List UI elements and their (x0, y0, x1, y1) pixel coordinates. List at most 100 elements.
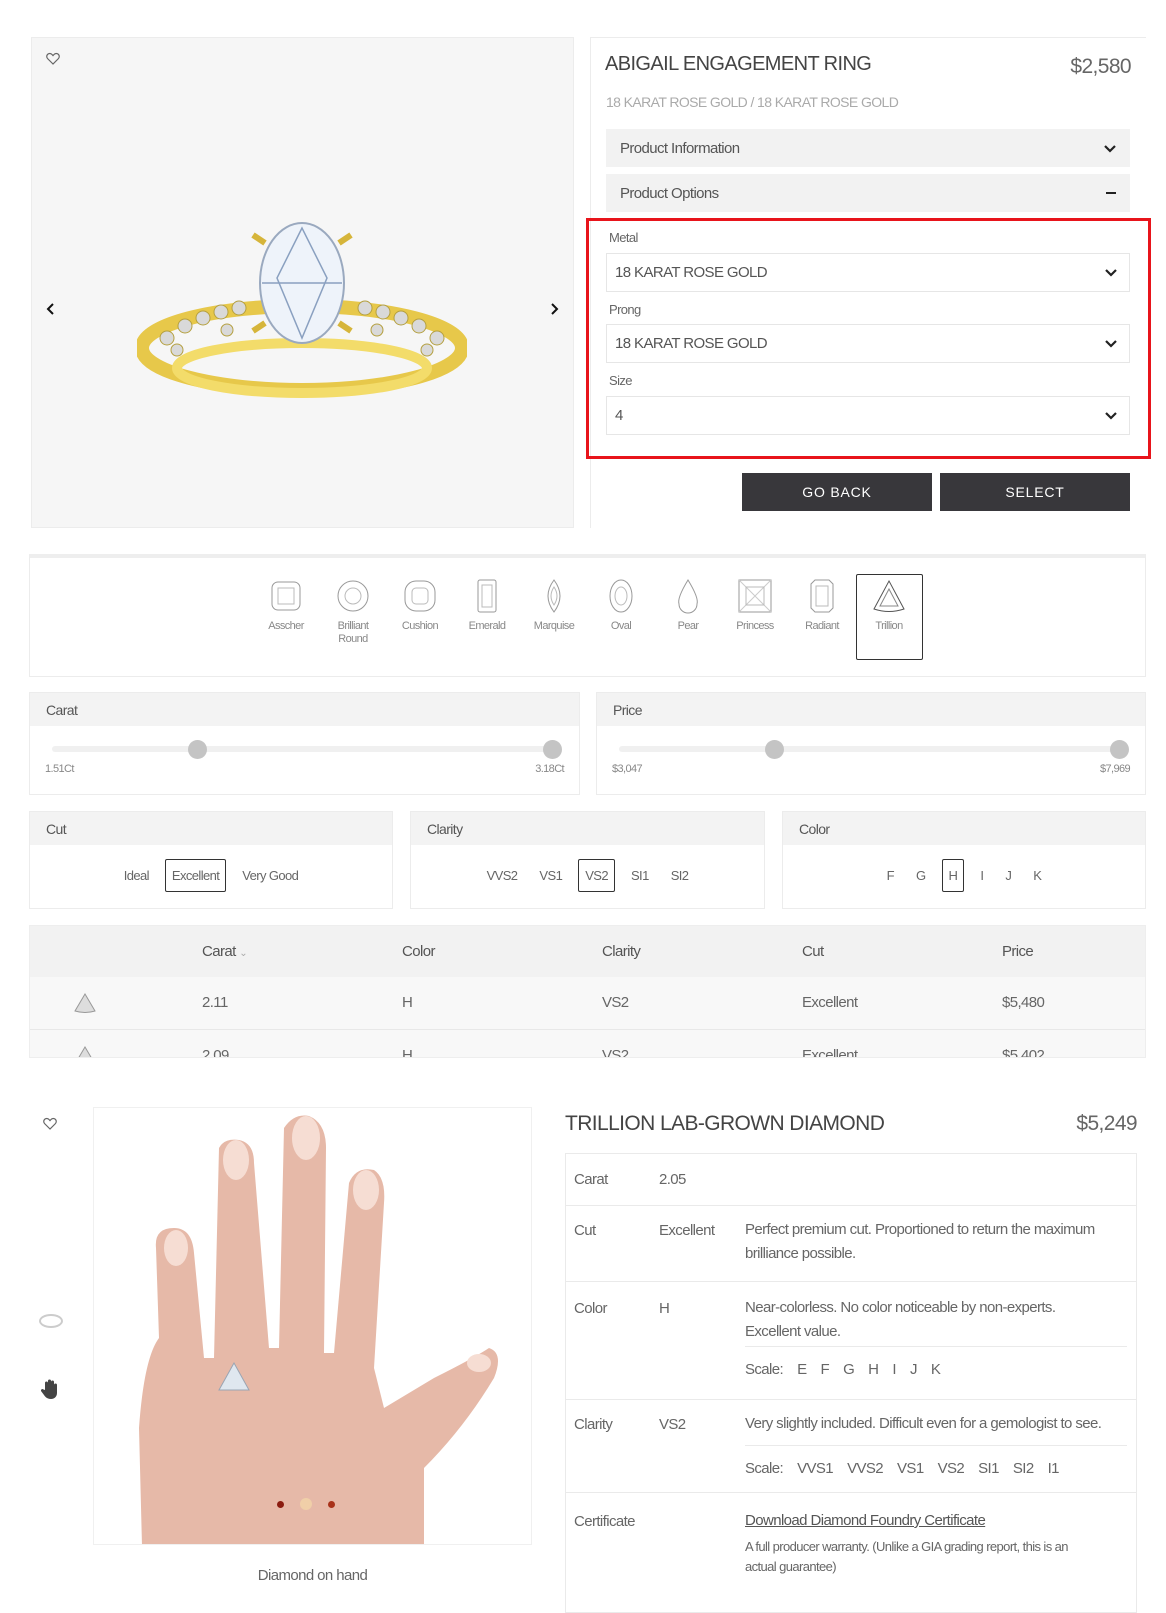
metal-select[interactable]: 18 KARAT ROSE GOLD (606, 253, 1130, 292)
cut-filter-label: Cut (30, 812, 392, 845)
prev-arrow-icon[interactable] (46, 303, 56, 315)
price-filter: Price $3,047 $7,969 (596, 692, 1146, 795)
shape-label: Oval (610, 620, 632, 632)
accordion-product-information[interactable]: Product Information (606, 129, 1130, 167)
color-option[interactable]: F (881, 860, 900, 891)
shape-filter-panel (29, 554, 1146, 677)
go-back-button[interactable]: GO BACK (742, 473, 932, 511)
scale-grade: I1 (1047, 1460, 1060, 1477)
price-filter-label: Price (597, 693, 1145, 726)
spec-value: 2.05 (659, 1171, 686, 1188)
ring-price: $2,580 (1070, 55, 1131, 78)
chevron-down-icon (1104, 140, 1116, 157)
asscher-shape-icon (271, 581, 301, 611)
color-option[interactable]: I (974, 860, 989, 891)
next-arrow-icon[interactable] (549, 303, 559, 315)
metal-label: Metal (609, 230, 638, 245)
select-button[interactable]: SELECT (940, 473, 1130, 511)
certificate-download-link[interactable]: Download Diamond Foundry Certificate (745, 1509, 1127, 1533)
color-filter: Color F G H I J K (782, 811, 1146, 909)
table-cell: VS2 (602, 1047, 629, 1058)
clarity-filter: Clarity VVS2 VS1 VS2 SI1 SI2 (410, 811, 765, 909)
clarity-option[interactable]: VS2 (578, 859, 615, 892)
heart-icon[interactable] (43, 1117, 57, 1130)
hand-view-icon[interactable] (41, 1378, 61, 1400)
size-select[interactable]: 4 (606, 396, 1130, 435)
shape-label: Brilliant Round (337, 620, 369, 645)
emerald-shape-icon (477, 579, 497, 613)
shape-option-brilliant-round[interactable]: Brilliant Round (323, 578, 383, 646)
scale-label: Scale: (745, 1361, 784, 1378)
carat-max-handle[interactable] (543, 740, 562, 759)
shape-option-emerald[interactable]: Emerald (457, 578, 517, 633)
header-clarity[interactable]: Clarity (602, 943, 641, 960)
trillion-diamond-icon (78, 1046, 92, 1057)
table-row[interactable]: 2.11 H VS2 Excellent $5,480 (30, 977, 1145, 1030)
header-cut[interactable]: Cut (802, 943, 824, 960)
price-min-handle[interactable] (765, 740, 784, 759)
price-max-handle[interactable] (1110, 740, 1129, 759)
carat-filter-label: Carat (30, 693, 579, 726)
shape-option-pear[interactable]: Pear (658, 578, 718, 633)
table-row[interactable]: 2.09 H VS2 Excellent $5,402 (30, 1030, 1145, 1058)
price-slider-track[interactable] (619, 746, 1119, 752)
spec-row-carat: Carat 2.05 (565, 1153, 1137, 1206)
ring-image-panel (31, 37, 574, 528)
shape-label: Pear (677, 620, 699, 632)
accordion-label: Product Information (620, 139, 740, 157)
clarity-scale: Scale: VVS1 VVS2 VS1 VS2 SI1 SI2 I1 (745, 1445, 1127, 1477)
spec-description: Perfect premium cut. Proportioned to ret… (745, 1221, 1095, 1262)
clarity-option[interactable]: VVS2 (481, 860, 524, 891)
spec-description: Very slightly included. Difficult even f… (745, 1415, 1102, 1432)
heart-icon[interactable] (46, 52, 60, 65)
color-scale: Scale: E F G H I J K (745, 1346, 1127, 1378)
oval-shape-icon (609, 579, 633, 613)
chevron-down-icon (1105, 339, 1117, 348)
prong-label: Prong (609, 302, 641, 317)
price-min-value: $3,047 (612, 763, 643, 775)
header-color[interactable]: Color (402, 943, 435, 960)
scale-grade: G (843, 1361, 855, 1378)
carat-slider-track[interactable] (52, 746, 552, 752)
skin-tone-selector (277, 1498, 335, 1510)
accordion-label: Product Options (620, 184, 719, 202)
spec-label: Color (574, 1300, 607, 1317)
cut-option[interactable]: Excellent (164, 859, 227, 892)
spec-value: VS2 (659, 1416, 686, 1433)
header-carat[interactable]: Carat ⌄ (202, 943, 248, 960)
table-cell: 2.09 (202, 1047, 229, 1058)
shape-label: Marquise (533, 620, 575, 632)
shape-option-radiant[interactable]: Radiant (792, 578, 852, 633)
shape-option-asscher[interactable]: Asscher (256, 578, 316, 633)
color-filter-label: Color (783, 812, 1145, 845)
skin-tone-dot[interactable] (328, 1500, 335, 1508)
clarity-option[interactable]: VS1 (533, 860, 568, 891)
cut-option[interactable]: Ideal (118, 860, 155, 891)
360-view-icon[interactable] (39, 1314, 63, 1328)
accordion-product-options[interactable]: Product Options (606, 174, 1130, 212)
skin-tone-dot[interactable] (277, 1500, 284, 1508)
scale-grade: I (892, 1361, 896, 1378)
spec-label: Certificate (574, 1513, 636, 1530)
carat-min-handle[interactable] (188, 740, 207, 759)
skin-tone-dot[interactable] (300, 1498, 312, 1510)
diamond-price: $5,249 (1076, 1112, 1137, 1135)
shape-option-cushion[interactable]: Cushion (390, 578, 450, 633)
chevron-down-icon (1105, 411, 1117, 420)
header-price[interactable]: Price (1002, 943, 1034, 960)
shape-option-marquise[interactable]: Marquise (524, 578, 584, 633)
cut-option[interactable]: Very Good (236, 860, 304, 891)
spec-row-cut: Cut Excellent Perfect premium cut. Propo… (565, 1206, 1137, 1282)
shape-option-oval[interactable]: Oval (591, 578, 651, 633)
color-option[interactable]: K (1027, 860, 1047, 891)
color-option[interactable]: J (999, 860, 1017, 891)
scale-label: Scale: (745, 1460, 784, 1477)
spec-row-certificate: Certificate Download Diamond Foundry Cer… (565, 1493, 1137, 1613)
table-cell: $5,402 (1002, 1047, 1045, 1058)
prong-select[interactable]: 18 KARAT ROSE GOLD (606, 324, 1130, 363)
color-option[interactable]: G (910, 860, 932, 891)
color-option[interactable]: H (941, 859, 965, 892)
clarity-option[interactable]: SI2 (665, 860, 695, 891)
shape-option-princess[interactable]: Princess (725, 578, 785, 633)
clarity-option[interactable]: SI1 (625, 860, 655, 891)
